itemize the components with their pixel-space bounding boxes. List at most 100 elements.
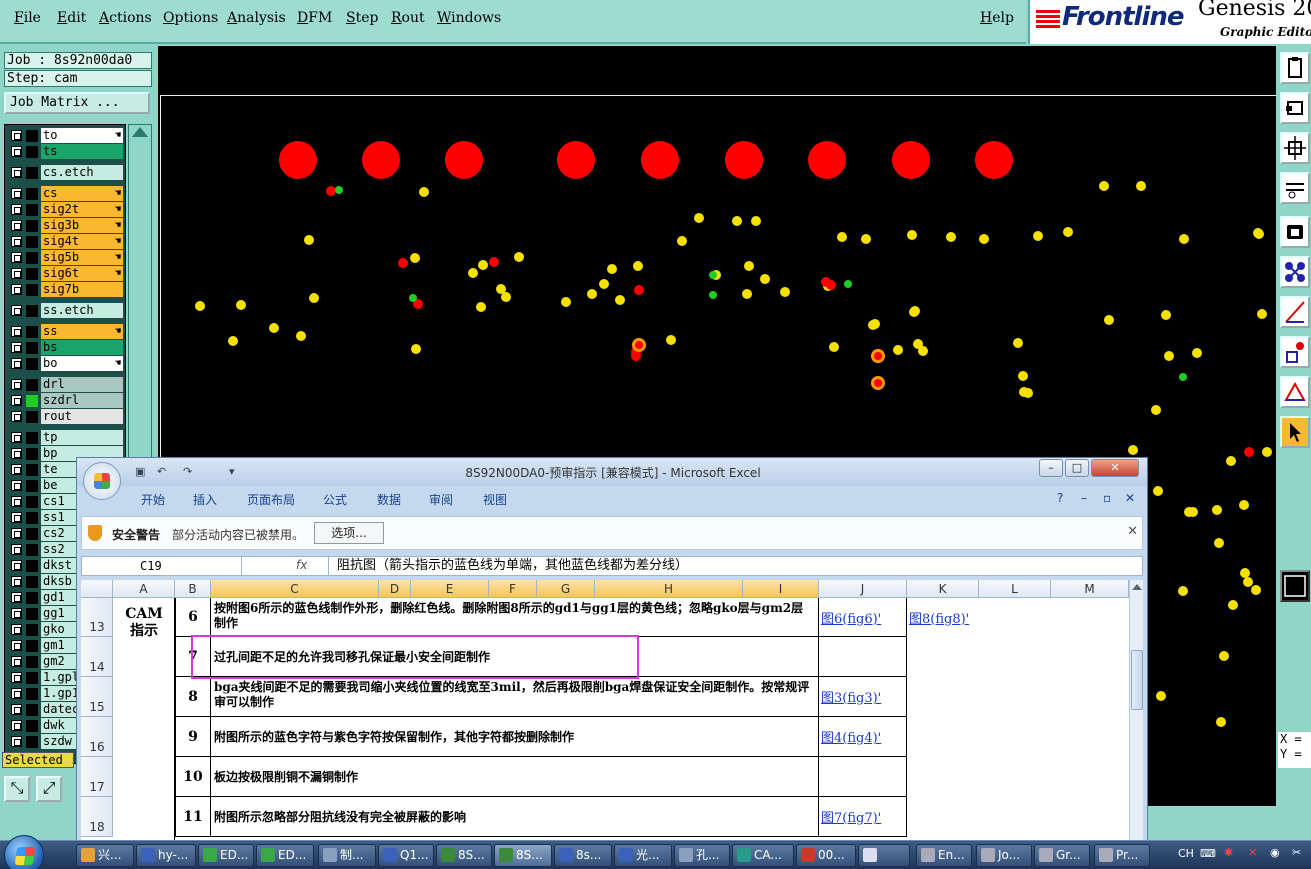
menu-actions[interactable]: Actions — [99, 10, 152, 26]
vertical-scrollbar[interactable] — [1129, 580, 1143, 841]
layer-row[interactable]: bs — [5, 340, 125, 355]
keyboard-icon[interactable]: ⌨ — [1200, 847, 1216, 860]
layer-checkbox[interactable] — [11, 284, 22, 295]
measure-tool[interactable] — [1280, 172, 1310, 204]
menu-options[interactable]: Options — [163, 10, 218, 26]
ribbon-minimize-icon[interactable]: – — [1081, 491, 1087, 505]
clipboard-tool[interactable] — [1280, 52, 1310, 84]
tab-view[interactable]: 视图 — [483, 491, 507, 508]
item-number-cell[interactable]: 11 — [175, 797, 211, 837]
layer-name[interactable]: szdrl — [41, 393, 123, 408]
layer-checkbox[interactable] — [11, 358, 22, 369]
figure-link[interactable]: 图4(fig4)' — [821, 727, 881, 746]
item-number-cell[interactable]: 6 — [175, 598, 211, 637]
layer-name[interactable]: sig3b ☚ — [41, 218, 123, 233]
layer-checkbox[interactable] — [11, 656, 22, 667]
row-header[interactable]: 17 — [81, 757, 113, 797]
menu-analysis[interactable]: Analysis — [227, 10, 286, 26]
layer-name[interactable]: sig5b ☚ — [41, 250, 123, 265]
tab-formulas[interactable]: 公式 — [323, 491, 347, 508]
row-header[interactable]: 15 — [81, 677, 113, 717]
layer-name[interactable]: cs ☚ — [41, 186, 123, 201]
column-header[interactable]: G — [537, 580, 595, 598]
zoom-fit-button[interactable]: ⤡ — [4, 776, 30, 802]
layer-name[interactable]: sig7b — [41, 282, 123, 297]
layer-checkbox[interactable] — [11, 188, 22, 199]
layer-name[interactable]: tp — [41, 430, 123, 445]
name-box[interactable]: C19 — [82, 557, 242, 575]
menu-edit[interactable]: Edit — [57, 10, 86, 26]
layer-name[interactable]: sig4t ☚ — [41, 234, 123, 249]
layer-row[interactable]: rout — [5, 409, 125, 424]
taskbar-button[interactable]: 光... — [614, 844, 672, 867]
layer-row[interactable]: cs ☚ — [5, 186, 125, 201]
column-header[interactable]: B — [175, 580, 211, 598]
layer-checkbox[interactable] — [11, 342, 22, 353]
menu-step[interactable]: Step — [346, 10, 378, 26]
help-icon[interactable]: ? — [1057, 491, 1063, 505]
tab-home[interactable]: 开始 — [141, 491, 165, 508]
figure-link-cell[interactable] — [819, 757, 907, 797]
menu-dfm[interactable]: DFM — [297, 10, 332, 26]
select-tool[interactable] — [1280, 216, 1310, 248]
layer-name[interactable]: ss ☚ — [41, 324, 123, 339]
taskbar-button[interactable]: CA... — [732, 844, 794, 867]
scroll-up-icon[interactable] — [1132, 584, 1142, 590]
column-header[interactable]: D — [379, 580, 411, 598]
pointer-tool[interactable] — [1280, 416, 1310, 448]
tools-icon[interactable]: ✂ — [1292, 846, 1301, 859]
item-number-cell[interactable]: 10 — [175, 757, 211, 797]
layer-checkbox[interactable] — [11, 464, 22, 475]
layer-checkbox[interactable] — [11, 395, 22, 406]
taskbar-button[interactable]: 8S... — [494, 844, 552, 867]
layer-checkbox[interactable] — [11, 720, 22, 731]
security-options-button[interactable]: 选项... — [314, 522, 384, 544]
layer-checkbox[interactable] — [11, 624, 22, 635]
layer-checkbox[interactable] — [11, 704, 22, 715]
pan-tool[interactable] — [1280, 92, 1310, 124]
taskbar-button[interactable]: Jo... — [976, 844, 1032, 867]
undo-icon[interactable]: ↶ — [157, 465, 171, 479]
shape-tool[interactable] — [1280, 376, 1310, 408]
column-header[interactable]: L — [979, 580, 1051, 598]
layer-checkbox[interactable] — [11, 432, 22, 443]
column-header[interactable]: M — [1051, 580, 1129, 598]
layer-checkbox[interactable] — [11, 146, 22, 157]
row-header[interactable]: 14 — [81, 637, 113, 677]
layer-name[interactable]: rout — [41, 409, 123, 424]
column-header[interactable]: I — [743, 580, 819, 598]
zoom-area-button[interactable]: ⤢ — [36, 776, 62, 802]
layer-checkbox[interactable] — [11, 236, 22, 247]
layer-name[interactable]: sig6t ☚ — [41, 266, 123, 281]
instruction-cell[interactable]: 按附图6所示的蓝色线制作外形，删除红色线。删除附图8所示的gd1与gg1层的黄色… — [211, 598, 819, 637]
item-number-cell[interactable]: 8 — [175, 677, 211, 717]
layer-row[interactable]: sig4t ☚ — [5, 234, 125, 249]
line-tool[interactable] — [1280, 296, 1310, 328]
taskbar-button[interactable]: 孔... — [674, 844, 730, 867]
instruction-cell[interactable]: bga夹线间距不足的需要我司缩小夹线位置的线宽至3mil，然后再极限削bga焊盘… — [211, 677, 819, 717]
taskbar-button[interactable] — [858, 844, 910, 867]
layer-name[interactable]: ss.etch — [41, 303, 123, 318]
instruction-cell[interactable]: 板边按极限削铜不漏铜制作 — [211, 757, 819, 797]
item-number-cell[interactable]: 9 — [175, 717, 211, 757]
taskbar-button[interactable]: 8S... — [436, 844, 492, 867]
redo-icon[interactable]: ↷ — [183, 465, 197, 479]
taskbar-button[interactable]: 兴... — [76, 844, 134, 867]
figure-link[interactable]: 图6(fig6)' — [821, 608, 881, 627]
tab-page-layout[interactable]: 页面布局 — [247, 491, 295, 508]
layer-checkbox[interactable] — [11, 640, 22, 651]
menu-help[interactable]: Help — [980, 10, 1014, 26]
layer-row[interactable]: bo ☚ — [5, 356, 125, 371]
figure-link-cell[interactable] — [819, 637, 907, 677]
taskbar-button[interactable]: 00... — [796, 844, 856, 867]
layer-checkbox[interactable] — [11, 688, 22, 699]
taskbar-button[interactable]: Q1... — [378, 844, 434, 867]
layer-checkbox[interactable] — [11, 130, 22, 141]
layer-name[interactable]: bs — [41, 340, 123, 355]
formula-input[interactable]: 阻抗图（箭头指示的蓝色线为单端，其他蓝色线都为差分线） — [328, 557, 688, 575]
row-header[interactable]: 16 — [81, 717, 113, 757]
layer-row[interactable]: tp — [5, 430, 125, 445]
close-button[interactable]: ✕ — [1091, 459, 1139, 477]
layer-name[interactable]: cs.etch — [41, 165, 123, 180]
layer-row[interactable]: sig7b — [5, 282, 125, 297]
